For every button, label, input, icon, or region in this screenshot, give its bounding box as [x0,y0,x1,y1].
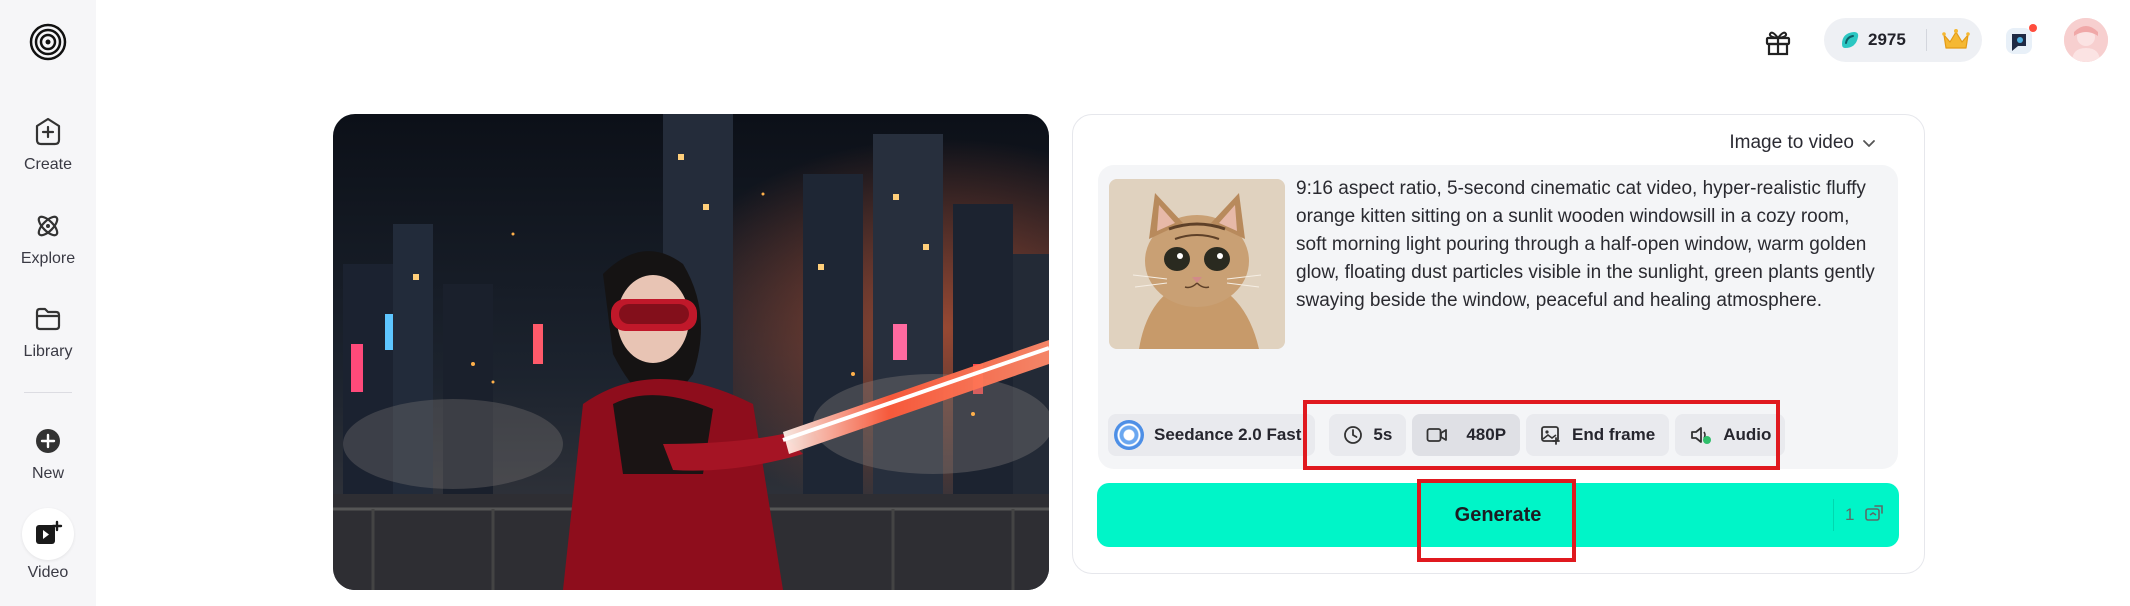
resolution-option[interactable]: 480P [1412,414,1521,456]
sidebar-item-label: Library [23,343,73,360]
notification-icon [2006,24,2037,54]
sidebar-item-label: New [31,465,64,482]
explore-icon [37,215,59,237]
credits-count: 2975 [1868,30,1906,49]
prompt-text[interactable]: 9:16 aspect ratio, 5-second cinematic ca… [1296,175,1876,315]
sidebar-item-video[interactable]: Video [0,508,96,582]
generate-separator [1833,499,1834,531]
sidebar-item-new[interactable]: New [0,421,96,483]
options-row: Seedance 2.0 Fast 5s 480P End frame Audi… [1108,413,1786,457]
sidebar-item-label: Video [27,564,69,581]
video-camera-icon [1426,428,1448,442]
video-preview-image [333,114,1049,590]
video-icon-container [22,508,74,560]
video-plus-icon [36,520,63,544]
audio-option[interactable]: Audio [1675,414,1786,456]
generate-button[interactable]: Generate 1 [1097,483,1899,547]
video-preview[interactable] [333,114,1049,590]
generate-label: Generate [1454,504,1542,526]
notification-button[interactable] [2000,20,2040,60]
audio-label: Audio [1723,425,1772,444]
create-icon [35,117,61,146]
model-logo-icon [1114,420,1144,450]
end-frame-option[interactable]: End frame [1526,414,1670,456]
credits-coin-icon [1842,32,1859,48]
prompt-box[interactable]: 9:16 aspect ratio, 5-second cinematic ca… [1098,165,1898,469]
model-label: Seedance 2.0 Fast [1154,425,1302,444]
credits-pill[interactable]: 2975 [1824,18,1982,62]
reference-image-thumbnail[interactable] [1109,179,1285,349]
sidebar-divider [24,392,72,393]
app-logo-icon[interactable] [28,22,68,62]
avatar-icon [2064,18,2108,62]
sidebar-item-label: Create [23,156,73,173]
generate-count-value: 1 [1845,505,1855,524]
avatar[interactable] [2064,18,2108,62]
generate-count: 1 [1845,483,1885,547]
plus-circle-icon [36,429,60,453]
chevron-down-icon [1863,140,1875,147]
generation-panel: Image to video 9:16 aspect ratio, 5-seco… [1072,114,1925,574]
audio-icon [1691,427,1712,444]
sidebar-item-label: Explore [20,250,76,267]
sidebar-item-explore[interactable]: Explore [0,206,96,268]
resolution-label: 480P [1466,425,1507,444]
clock-icon [1344,426,1363,444]
crown-icon[interactable] [1941,27,1971,53]
image-frame-icon [1541,426,1560,445]
gift-icon [1765,31,1791,56]
folder-icon [35,307,61,331]
duration-label: 5s [1373,425,1393,444]
credits-separator [1925,29,1927,51]
mode-dropdown-label: Image to video [1729,132,1854,153]
duration-option[interactable]: 5s [1329,414,1407,456]
end-frame-label: End frame [1572,425,1656,444]
sidebar-item-create[interactable]: Create [0,112,96,174]
sidebar-item-library[interactable]: Library [0,299,96,361]
sidebar: Create Explore Library New Video [0,0,96,606]
mode-dropdown[interactable]: Image to video [1729,127,1876,159]
gift-button[interactable] [1760,24,1796,60]
kitten-image [1109,179,1285,349]
model-selector[interactable]: Seedance 2.0 Fast [1108,414,1316,456]
cost-icon [1865,505,1884,521]
